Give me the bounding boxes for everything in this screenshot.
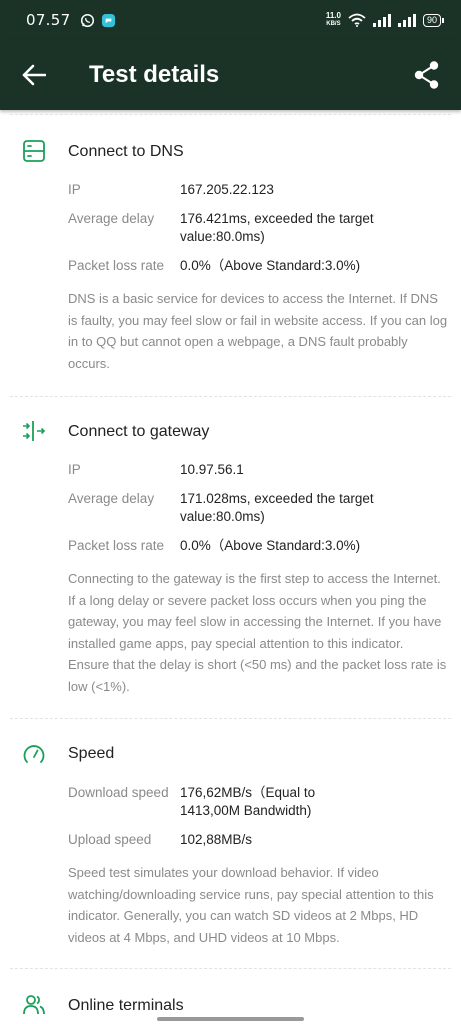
gateway-description: Connecting to the gateway is the first s… <box>68 571 447 694</box>
dns-loss-value: 0.0%（Above Standard:3.0%) <box>180 258 361 273</box>
signal-icon-2 <box>397 13 416 27</box>
app-bar: Test details <box>0 40 461 110</box>
gateway-delay-label: Average delay <box>68 491 155 506</box>
section-title-speed: Speed <box>68 745 115 762</box>
divider <box>10 718 451 719</box>
back-arrow-icon[interactable] <box>22 64 46 86</box>
home-indicator[interactable] <box>157 1017 304 1021</box>
section-title-dns: Connect to DNS <box>68 143 184 160</box>
speed-description: Speed test simulates your download behav… <box>68 865 434 945</box>
status-bar: 07.57 11.0 KB/S 90 <box>0 0 461 40</box>
upload-speed-label: Upload speed <box>68 832 152 847</box>
gateway-delay-value: 171.028ms, exceeded the target value:80.… <box>180 491 374 524</box>
download-speed-label: Download speed <box>68 785 169 800</box>
dns-delay-label: Average delay <box>68 211 155 226</box>
upload-speed-value: 102,88MB/s <box>180 832 253 847</box>
share-icon[interactable] <box>413 60 441 90</box>
section-title-online-terminals: Online terminals <box>68 997 184 1014</box>
divider <box>10 396 451 397</box>
status-time: 07.57 <box>26 11 71 29</box>
status-right: 11.0 KB/S 90 <box>325 11 445 28</box>
network-speed: 11.0 KB/S <box>325 11 341 28</box>
dns-ip-label: IP <box>68 182 81 197</box>
wifi-icon <box>348 13 366 27</box>
gateway-loss-label: Packet loss rate <box>68 538 165 553</box>
dns-loss-label: Packet loss rate <box>68 258 165 273</box>
chat-app-icon <box>102 13 116 27</box>
download-speed-value: 176,62MB/s（Equal to 1413,00M Bandwidth) <box>180 785 316 818</box>
speedometer-icon <box>23 745 45 763</box>
gateway-loss-value: 0.0%（Above Standard:3.0%) <box>180 538 361 553</box>
battery-icon: 90 <box>422 13 445 27</box>
divider <box>10 968 451 969</box>
whatsapp-icon <box>81 13 95 27</box>
dns-description: DNS is a basic service for devices to ac… <box>68 291 448 371</box>
server-icon <box>23 140 45 162</box>
gateway-ip-label: IP <box>68 462 81 477</box>
gateway-icon <box>23 421 46 441</box>
page-title: Test details <box>89 61 220 88</box>
gateway-ip-value: 10.97.56.1 <box>180 462 244 477</box>
dns-delay-value: 176.421ms, exceeded the target value:80.… <box>180 211 374 244</box>
section-title-gateway: Connect to gateway <box>68 423 210 440</box>
notification-icons <box>80 13 116 28</box>
dns-ip-value: 167.205.22.123 <box>180 182 274 197</box>
divider <box>10 114 451 115</box>
users-icon <box>23 995 45 1015</box>
signal-icon <box>372 13 391 27</box>
